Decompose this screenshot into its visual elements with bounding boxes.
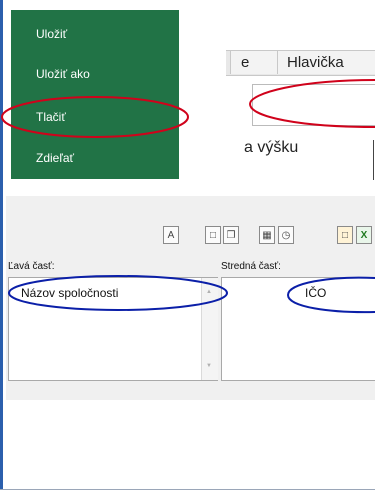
left-section-label: Ľavá časť: [8,261,55,272]
calendar-icon: ▦ [262,229,272,241]
bottom-divider [0,489,375,490]
scroll-up-icon[interactable]: ▲ [206,289,212,295]
middle-section-textbox[interactable] [221,277,375,381]
header-input-field[interactable] [252,84,375,126]
menu-item-save[interactable]: Uložiť [36,27,67,41]
file-menu-panel: Uložiť Uložiť ako Tlačiť Zdieľať [11,10,179,179]
left-section-value: Názov spoločnosti [21,286,119,300]
tab-header-label: Hlavička [287,54,344,71]
excel-icon: X [360,229,368,241]
divider-line [373,140,374,180]
time-button[interactable]: ◷ [278,226,294,244]
page-count-button[interactable]: ❐ [223,226,239,244]
folder-icon: □ [341,229,349,241]
page-number-button[interactable]: □ [205,226,221,244]
file-path-button[interactable]: □ [337,226,353,244]
section-heading: a výšku [244,139,299,156]
menu-item-save-as[interactable]: Uložiť ako [36,67,90,81]
format-text-label: A [167,229,175,241]
scroll-down-icon[interactable]: ▼ [206,363,212,369]
pages-icon: ❐ [226,229,236,241]
file-name-button[interactable]: X [356,226,372,244]
clock-icon: ◷ [281,229,291,241]
menu-item-print[interactable]: Tlačiť [36,110,66,124]
tab-partial[interactable]: e [230,51,278,74]
middle-section-value: IČO [305,286,327,300]
middle-section-label: Stredná časť: [221,261,281,272]
tab-header[interactable]: Hlavička [278,51,375,74]
tab-partial-label: e [241,54,250,71]
menu-item-share[interactable]: Zdieľať [36,151,74,165]
date-button[interactable]: ▦ [259,226,275,244]
page-icon: □ [209,229,217,241]
window-left-edge [0,0,3,490]
format-text-button[interactable]: A [163,226,179,244]
